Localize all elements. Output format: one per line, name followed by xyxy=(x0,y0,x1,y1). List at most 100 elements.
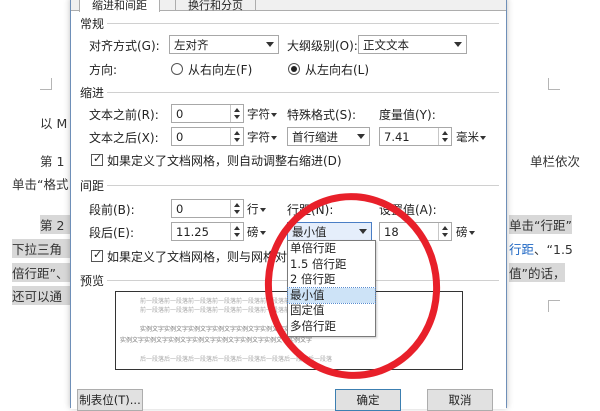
line-spacing-option-minimum[interactable]: 最小值 xyxy=(287,286,376,305)
crop-mark xyxy=(548,78,560,90)
doc-text-line: 下拉三角 xyxy=(12,239,74,258)
doc-text-line: 第 1 xyxy=(40,154,65,169)
doc-text-line: 倍行距”、 xyxy=(12,263,74,282)
space-after-label: 段后(E): xyxy=(89,226,134,240)
chevron-down-icon xyxy=(259,207,266,212)
space-after-value: 11.25 xyxy=(176,225,209,239)
section-title-preview: 预览 xyxy=(80,274,105,288)
section-divider xyxy=(107,185,499,186)
measure-unit-text: 毫米 xyxy=(456,130,479,144)
indent-before-stepper[interactable]: 0 xyxy=(171,104,244,123)
space-after-stepper[interactable]: 11.25 xyxy=(171,222,244,241)
chevron-down-icon xyxy=(357,134,365,139)
indent-grid-checkbox[interactable] xyxy=(91,152,103,166)
alignment-select[interactable]: 左对齐 xyxy=(169,35,279,54)
line-spacing-option-single[interactable]: 单倍行距 xyxy=(288,241,375,257)
spin-buttons[interactable] xyxy=(230,128,243,145)
section-title-indent: 缩进 xyxy=(80,86,105,100)
line-spacing-dropdown: 单倍行距 1.5 倍行距 2 倍行距 最小值 固定值 多倍行距 xyxy=(287,240,376,337)
arrow-down-icon xyxy=(234,115,240,119)
indent-grid-label: 如果定义了文档网格，则自动调整右缩进(D) xyxy=(107,154,342,168)
cancel-button[interactable]: 取消 xyxy=(427,389,493,411)
indent-before-unit[interactable]: 字符 xyxy=(247,106,277,122)
indent-after-unit[interactable]: 字符 xyxy=(247,129,277,145)
line-spacing-option-1-5[interactable]: 1.5 倍行距 xyxy=(288,257,375,273)
measure-value: 7.41 xyxy=(384,130,410,144)
setting-value-unit[interactable]: 磅 xyxy=(456,224,475,240)
tab-indent-spacing[interactable]: 缩进和间距 xyxy=(79,0,160,12)
special-format-label: 特殊格式(S): xyxy=(287,108,357,122)
measure-unit[interactable]: 毫米 xyxy=(456,129,486,145)
doc-link-text: 行距 xyxy=(509,242,535,257)
line-spacing-option-double[interactable]: 2 倍行距 xyxy=(288,272,375,288)
arrow-down-icon xyxy=(234,138,240,142)
preview-next-line: 后一段落后一段落后一段落后一段落后一段落后一段落后一段落后一段落 xyxy=(140,356,333,363)
doc-text-line: 还可以通 xyxy=(12,286,74,305)
indent-after-unit-text: 字符 xyxy=(247,130,270,144)
chevron-down-icon xyxy=(271,135,277,140)
section-title-spacing: 间距 xyxy=(80,179,105,193)
measure-stepper[interactable]: 7.41 xyxy=(379,127,452,146)
spacing-grid-checkbox[interactable] xyxy=(91,248,103,262)
section-divider xyxy=(107,23,499,24)
rtl-radio[interactable] xyxy=(171,63,183,75)
arrow-down-icon xyxy=(234,233,240,237)
space-before-value: 0 xyxy=(176,202,184,216)
special-format-select[interactable]: 首行缩进 xyxy=(287,127,370,146)
space-after-unit[interactable]: 磅 xyxy=(247,224,266,240)
arrow-up-icon xyxy=(234,131,240,135)
chevron-down-icon xyxy=(454,42,462,47)
measure-label: 度量值(Y): xyxy=(379,108,436,122)
arrow-down-icon xyxy=(234,210,240,214)
arrow-up-icon xyxy=(442,131,448,135)
preview-sample-line: 实例文字实例文字实例文字实例文字实例文字实例文字实例文字实例文字 xyxy=(120,337,313,344)
doc-text-line: 单击“行距” xyxy=(509,215,572,234)
chevron-down-icon xyxy=(480,135,486,140)
line-spacing-select[interactable]: 最小值 xyxy=(287,222,372,241)
space-before-label: 段前(B): xyxy=(89,203,135,217)
indent-after-label: 文本之后(X): xyxy=(89,131,159,145)
tab-line-page-breaks[interactable]: 换行和分页 xyxy=(175,0,256,12)
arrow-up-icon xyxy=(234,226,240,230)
indent-after-stepper[interactable]: 0 xyxy=(171,127,244,146)
line-spacing-option-multiple[interactable]: 多倍行距 xyxy=(288,319,375,335)
spin-buttons[interactable] xyxy=(230,105,243,122)
setting-value-unit-text: 磅 xyxy=(456,225,468,239)
line-spacing-label: 行距(N): xyxy=(287,203,334,217)
chevron-down-icon xyxy=(271,112,277,117)
spin-buttons[interactable] xyxy=(438,128,451,145)
chevron-down-icon xyxy=(259,230,266,235)
doc-text-line: 单击“格式 xyxy=(12,177,69,192)
direction-label: 方向: xyxy=(89,63,118,77)
spin-buttons[interactable] xyxy=(438,223,451,240)
space-before-stepper[interactable]: 0 xyxy=(171,199,244,218)
outline-level-value: 正文文本 xyxy=(363,38,409,52)
ltr-label: 从左向右(L) xyxy=(305,63,370,77)
outline-level-label: 大纲级别(O): xyxy=(287,39,358,53)
dialog-body: 常规 对齐方式(G): 左对齐 大纲级别(O): 正文文本 方向: 从右向左(F… xyxy=(71,11,506,411)
line-spacing-option-exact[interactable]: 固定值 xyxy=(288,303,375,319)
setting-value-stepper[interactable]: 18 xyxy=(379,222,452,241)
setting-value-label: 设置值(A): xyxy=(379,203,437,217)
ok-button[interactable]: 确定 xyxy=(335,389,401,411)
space-before-unit[interactable]: 行 xyxy=(247,201,266,217)
ltr-radio[interactable] xyxy=(288,63,300,75)
indent-after-value: 0 xyxy=(176,130,184,144)
section-title-general: 常规 xyxy=(80,17,105,31)
arrow-up-icon xyxy=(234,203,240,207)
tab-stops-button[interactable]: 制表位(T)... xyxy=(77,389,143,411)
outline-level-select[interactable]: 正文文本 xyxy=(358,35,467,54)
alignment-label: 对齐方式(G): xyxy=(89,39,160,53)
special-format-value: 首行缩进 xyxy=(292,130,338,144)
crop-mark xyxy=(548,300,560,312)
rtl-label: 从右向左(F) xyxy=(188,63,253,77)
line-spacing-value: 最小值 xyxy=(292,225,327,239)
doc-text-fragment: 、“1.5 xyxy=(534,242,573,257)
space-before-unit-text: 行 xyxy=(247,202,259,216)
spacing-grid-label: 如果定义了文档网格，则与网格对齐 xyxy=(107,250,300,264)
alignment-value: 左对齐 xyxy=(174,38,209,52)
spin-buttons[interactable] xyxy=(230,200,243,217)
spin-buttons[interactable] xyxy=(230,223,243,240)
indent-before-value: 0 xyxy=(176,107,184,121)
doc-text-line: 行距、“1.5 xyxy=(509,239,573,258)
